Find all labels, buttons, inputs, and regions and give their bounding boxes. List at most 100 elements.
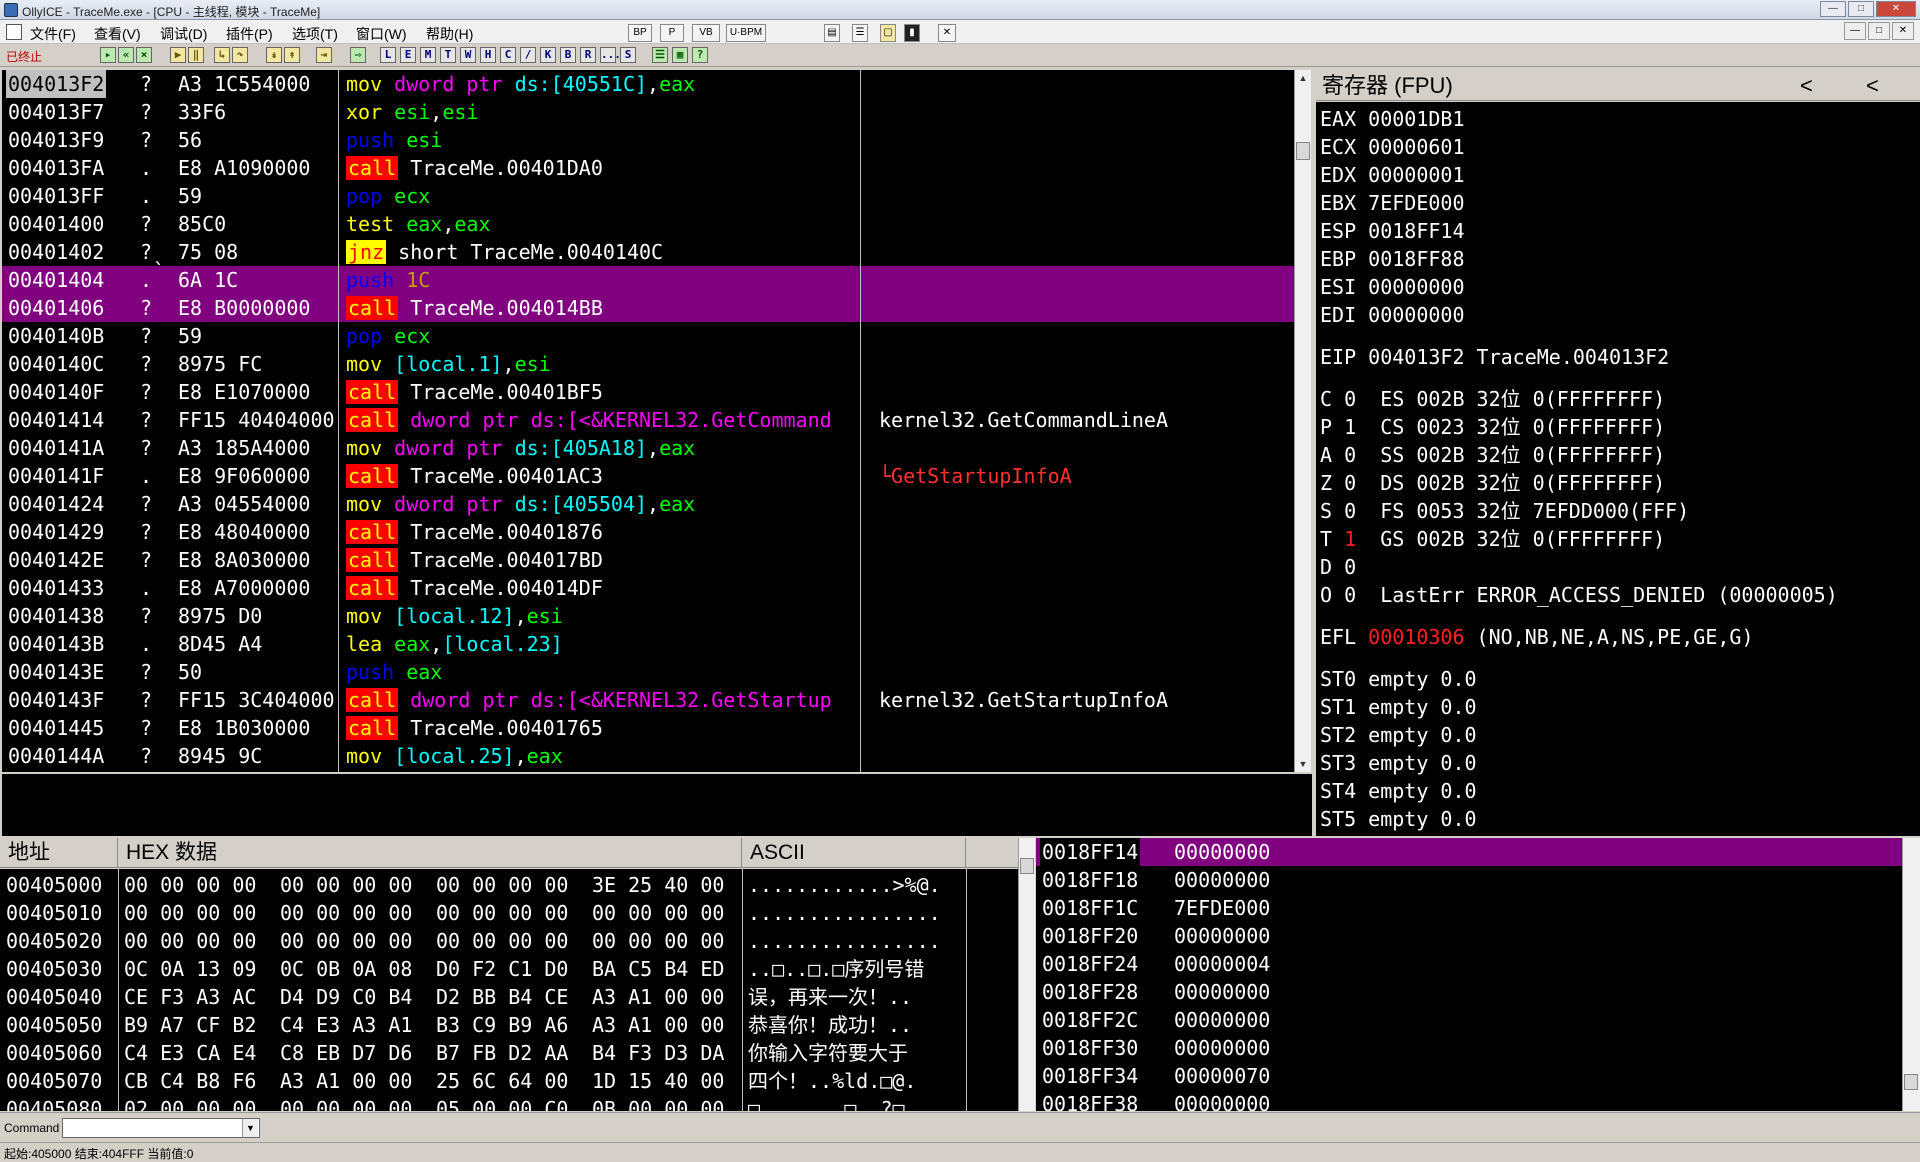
stack-scrollbar[interactable] <box>1902 838 1920 1111</box>
register-line[interactable]: A 0 SS 002B 32位 0(FFFFFFFF) <box>1320 442 1665 468</box>
toolbar-c-button[interactable]: C <box>500 47 516 63</box>
disasm-row[interactable]: 0040143E? 50 push eax <box>2 658 1294 686</box>
disassembly-pane[interactable]: 004013F2? A3 1C554000 mov dword ptr ds:[40… <box>2 70 1294 772</box>
list-icon[interactable]: ☰ <box>852 24 868 42</box>
folder-icon[interactable]: ▢ <box>880 24 896 42</box>
dump-row[interactable]: 00405030 0C 0A 13 09 0C 0B 0A 08 D0 F2 C1 D… <box>0 955 1018 983</box>
scroll-up-icon[interactable]: ▲ <box>1295 70 1311 86</box>
dump-row[interactable]: 00405000 00 00 00 00 00 00 00 00 00 00 00 0… <box>0 871 1018 899</box>
execute-till-return-icon[interactable]: ⇥ <box>316 47 332 63</box>
registers-pane[interactable]: EAX 00001DB1 ECX 00000601 EDX 00000001 EBX … <box>1316 102 1920 836</box>
toolbar-r-button[interactable]: R <box>580 47 596 63</box>
disasm-row[interactable]: 00401414? FF15 40404000 call dword ptr ds:… <box>2 406 1294 434</box>
toolbar-e-button[interactable]: E <box>400 47 416 63</box>
register-line[interactable]: T 1 GS 002B 32位 0(FFFFFFFF) <box>1320 526 1665 552</box>
stack-row[interactable]: 0018FF34 00000070 <box>1036 1062 1902 1090</box>
dump-scrollbar[interactable] <box>1018 838 1035 1111</box>
trace-into-icon[interactable]: ↡ <box>266 47 282 63</box>
toolbar-m-button[interactable]: M <box>420 47 436 63</box>
menu-options[interactable]: 选项(T) <box>292 24 338 44</box>
register-line[interactable]: D 0 <box>1320 554 1356 580</box>
menu-plugins[interactable]: 插件(P) <box>226 24 273 44</box>
disasm-row[interactable]: 00401406? E8 B0000000 call TraceMe.004014B… <box>2 294 1294 322</box>
menu-file[interactable]: 文件(F) <box>30 24 76 44</box>
pause-icon[interactable]: ‖ <box>188 47 204 63</box>
register-line[interactable]: O 0 LastErr ERROR_ACCESS_DENIED (0000000… <box>1320 582 1838 608</box>
register-line[interactable]: EBX 7EFDE000 <box>1320 190 1465 216</box>
dump-col-address[interactable]: 地址 <box>0 838 118 868</box>
toolbar-h-button[interactable]: H <box>480 47 496 63</box>
register-line[interactable]: EAX 00001DB1 <box>1320 106 1465 132</box>
disasm-row[interactable]: 0040142E? E8 8A030000 call TraceMe.004017B… <box>2 546 1294 574</box>
disasm-row[interactable]: 0040140C? 8975 FC mov [local.1],esi <box>2 350 1294 378</box>
dump-col-hex[interactable]: HEX 数据 <box>118 838 742 868</box>
dump-row[interactable]: 00405010 00 00 00 00 00 00 00 00 00 00 00 0… <box>0 899 1018 927</box>
disasm-row[interactable]: 0040141F. E8 9F060000 call TraceMe.00401AC… <box>2 462 1294 490</box>
run-icon[interactable]: ▶ <box>170 47 186 63</box>
disassembly-scrollbar[interactable]: ▲ ▼ <box>1294 70 1311 772</box>
dump-pane[interactable]: 00405000 00 00 00 00 00 00 00 00 00 00 00 0… <box>0 869 1018 1111</box>
toolbar-t-button[interactable]: T <box>440 47 456 63</box>
trace-over-icon[interactable]: ↟ <box>284 47 300 63</box>
disasm-row[interactable]: 00401445? E8 1B030000 call TraceMe.0040176… <box>2 714 1294 742</box>
mdi-restore-button[interactable]: □ <box>1868 22 1890 40</box>
command-input[interactable] <box>62 1118 260 1138</box>
dump-row[interactable]: 00405080 02 00 00 00 00 00 00 00 05 00 00 C… <box>0 1095 1018 1111</box>
maximize-button[interactable]: □ <box>1848 1 1874 17</box>
dump-row[interactable]: 00405040 CE F3 A3 AC D4 D9 C0 B4 D2 BB B4 C… <box>0 983 1018 1011</box>
dump-row[interactable]: 00405020 00 00 00 00 00 00 00 00 00 00 00 0… <box>0 927 1018 955</box>
disasm-row[interactable]: 00401424? A3 04554000 mov dword ptr ds:[40… <box>2 490 1294 518</box>
register-line[interactable]: S 0 FS 0053 32位 7EFDD000(FFF) <box>1320 498 1689 524</box>
scroll-down-icon[interactable]: ▼ <box>1295 756 1311 772</box>
disasm-row[interactable]: 004013FA. E8 A1090000 call TraceMe.00401DA… <box>2 154 1294 182</box>
toolbar-s-button[interactable]: S <box>620 47 636 63</box>
close-button[interactable]: ✕ <box>1876 1 1916 17</box>
stack-row[interactable]: 0018FF28 00000000 <box>1036 978 1902 1006</box>
stack-row[interactable]: 0018FF2C 00000000 <box>1036 1006 1902 1034</box>
disasm-row[interactable]: 00401402 ?ˎ 75 08 jnz short TraceMe.0040140… <box>2 238 1294 266</box>
menu-debug[interactable]: 调试(D) <box>160 24 207 44</box>
list-view-icon[interactable]: ☰ <box>652 47 668 63</box>
dump-row[interactable]: 00405060 C4 E3 CA E4 C8 EB D7 D6 B7 FB D2 A… <box>0 1039 1018 1067</box>
system-menu-icon[interactable] <box>6 24 22 40</box>
minimize-button[interactable]: — <box>1820 1 1846 17</box>
console-icon[interactable]: ▮ <box>904 24 920 42</box>
close-child-icon[interactable]: ✕ <box>938 24 956 42</box>
register-line[interactable]: EBP 0018FF88 <box>1320 246 1465 272</box>
disasm-row[interactable]: 00401400? 85C0 test eax,eax <box>2 210 1294 238</box>
disasm-row[interactable]: 0040140F? E8 E1070000 call TraceMe.00401BF… <box>2 378 1294 406</box>
register-line[interactable]: ECX 00000601 <box>1320 134 1465 160</box>
disasm-row[interactable]: 004013F7? 33F6 xor esi,esi <box>2 98 1294 126</box>
toolbar-b-button[interactable]: B <box>560 47 576 63</box>
toolbar-dots-button[interactable]: ... <box>600 47 621 63</box>
scroll-thumb[interactable] <box>1020 858 1034 874</box>
register-line[interactable]: ESP 0018FF14 <box>1320 218 1465 244</box>
toolbar-slash-button[interactable]: / <box>520 47 536 63</box>
register-line[interactable]: EFL 00010306 (NO,NB,NE,A,NS,PE,GE,G) <box>1320 624 1753 650</box>
vb-button[interactable]: VB <box>692 24 720 42</box>
help-icon[interactable]: ? <box>692 47 708 63</box>
toolbar-l-button[interactable]: L <box>380 47 396 63</box>
menu-help[interactable]: 帮助(H) <box>426 24 473 44</box>
restart-icon[interactable]: « <box>118 47 134 63</box>
disasm-row[interactable]: 00401404. 6A 1C push 1C <box>2 266 1294 294</box>
menu-window[interactable]: 窗口(W) <box>356 24 407 44</box>
register-line[interactable]: EDX 00000001 <box>1320 162 1465 188</box>
register-line[interactable]: EDI 00000000 <box>1320 302 1465 328</box>
scroll-thumb[interactable] <box>1296 142 1310 160</box>
mdi-close-button[interactable]: ✕ <box>1892 22 1914 40</box>
stack-row[interactable]: 0018FF20 00000000 <box>1036 922 1902 950</box>
disasm-row[interactable]: 0040141A? A3 185A4000 mov dword ptr ds:[40… <box>2 434 1294 462</box>
register-line[interactable]: ST4 empty 0.0 <box>1320 778 1477 804</box>
window-icon[interactable]: ▤ <box>824 24 840 42</box>
dump-row[interactable]: 00405050 B9 A7 CF B2 C4 E3 A3 A1 B3 C9 B9 A… <box>0 1011 1018 1039</box>
step-over-icon[interactable]: ↷ <box>232 47 248 63</box>
bp-button[interactable]: BP <box>628 24 652 42</box>
register-line[interactable]: ST2 empty 0.0 <box>1320 722 1477 748</box>
disasm-row[interactable]: 0040140B? 59 pop ecx <box>2 322 1294 350</box>
disasm-row[interactable]: 00401438? 8975 D0 mov [local.12],esi <box>2 602 1294 630</box>
step-into-icon[interactable]: ↳ <box>214 47 230 63</box>
register-line[interactable]: EIP 004013F2 TraceMe.004013F2 <box>1320 344 1669 370</box>
menu-view[interactable]: 查看(V) <box>94 24 141 44</box>
disasm-row[interactable]: 00401433. E8 A7000000 call TraceMe.004014D… <box>2 574 1294 602</box>
